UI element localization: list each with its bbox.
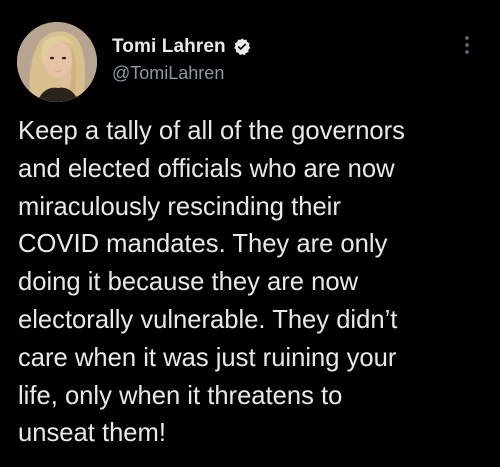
- profile-photo: [17, 22, 97, 102]
- author-avatar[interactable]: [17, 22, 97, 102]
- tweet-text-line: COVID mandates. They are only: [18, 230, 388, 259]
- tweet-text-line: Keep a tally of all of the governors: [18, 117, 405, 145]
- tweet-text-line: miraculously rescinding their: [18, 192, 341, 221]
- author-display-name[interactable]: Tomi Lahren: [112, 36, 226, 58]
- verified-badge-icon: [232, 37, 252, 57]
- tweet-text-line: and elected officials who are now: [18, 154, 395, 183]
- tweet-text-line: unseat them!: [18, 419, 166, 448]
- author-handle[interactable]: @TomiLahren: [112, 63, 252, 84]
- tweet-text-line: electorally vulnerable. They didn’t: [18, 305, 398, 334]
- tweet-card: Tomi Lahren @TomiLahren Keep a tally of …: [0, 0, 500, 467]
- tweet-text-line: care when it was just ruining your: [18, 343, 397, 372]
- name-row: Tomi Lahren: [112, 35, 252, 59]
- tweet-text-line: life, only when it threatens to: [18, 381, 343, 410]
- tweet-text-line: doing it because they are now: [18, 268, 359, 297]
- more-options-icon[interactable]: [460, 34, 474, 56]
- tweet-body-text: Keep a tally of all of the governors and…: [18, 113, 496, 453]
- tweet-header: Tomi Lahren @TomiLahren: [112, 35, 252, 84]
